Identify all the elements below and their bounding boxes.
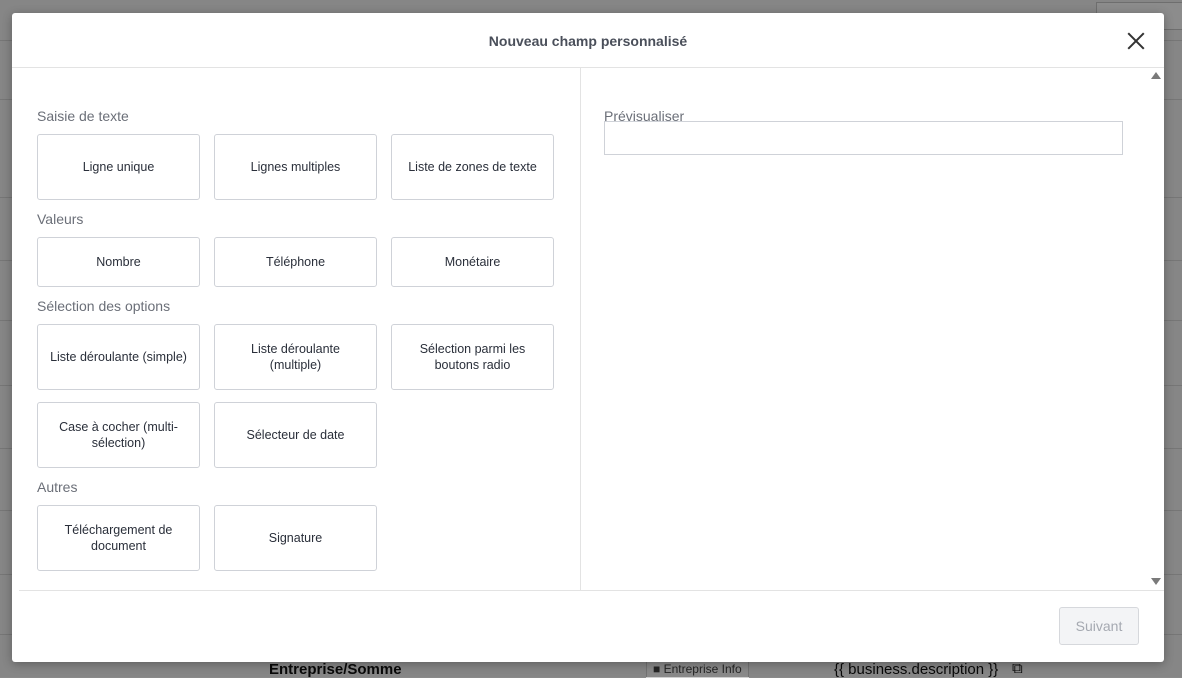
close-icon[interactable] [1126, 31, 1146, 51]
option-monetary[interactable]: Monétaire [391, 237, 554, 287]
option-multi-line[interactable]: Lignes multiples [214, 134, 377, 200]
scroll-down-arrow-icon[interactable] [1151, 578, 1161, 585]
option-text-box-list[interactable]: Liste de zones de texte [391, 134, 554, 200]
option-single-line[interactable]: Ligne unique [37, 134, 200, 200]
preview-pane: Prévisualiser [581, 68, 1151, 590]
option-signature[interactable]: Signature [214, 505, 377, 571]
section-label-values: Valeurs [37, 211, 84, 227]
modal-title: Nouveau champ personnalisé [488, 33, 688, 49]
next-button[interactable]: Suivant [1059, 607, 1139, 645]
option-dropdown-single[interactable]: Liste déroulante (simple) [37, 324, 200, 390]
option-phone[interactable]: Téléphone [214, 237, 377, 287]
field-type-list: Saisie de texte Ligne unique Lignes mult… [19, 68, 581, 590]
custom-field-modal: Nouveau champ personnalisé Saisie de tex… [12, 13, 1164, 662]
section-label-others: Autres [37, 479, 78, 495]
option-number[interactable]: Nombre [37, 237, 200, 287]
section-label-text-input: Saisie de texte [37, 108, 129, 124]
option-checkbox[interactable]: Case à cocher (multi-sélection) [37, 402, 200, 468]
section-label-options: Sélection des options [37, 298, 171, 314]
option-file-upload[interactable]: Téléchargement de document [37, 505, 200, 571]
option-radio[interactable]: Sélection parmi les boutons radio [391, 324, 554, 390]
modal-footer-divider [19, 590, 1164, 591]
option-dropdown-multiple[interactable]: Liste déroulante (multiple) [214, 324, 377, 390]
scroll-up-arrow-icon[interactable] [1151, 72, 1161, 79]
option-date-picker[interactable]: Sélecteur de date [214, 402, 377, 468]
modal-header: Nouveau champ personnalisé [12, 13, 1164, 68]
preview-field[interactable] [604, 121, 1123, 155]
